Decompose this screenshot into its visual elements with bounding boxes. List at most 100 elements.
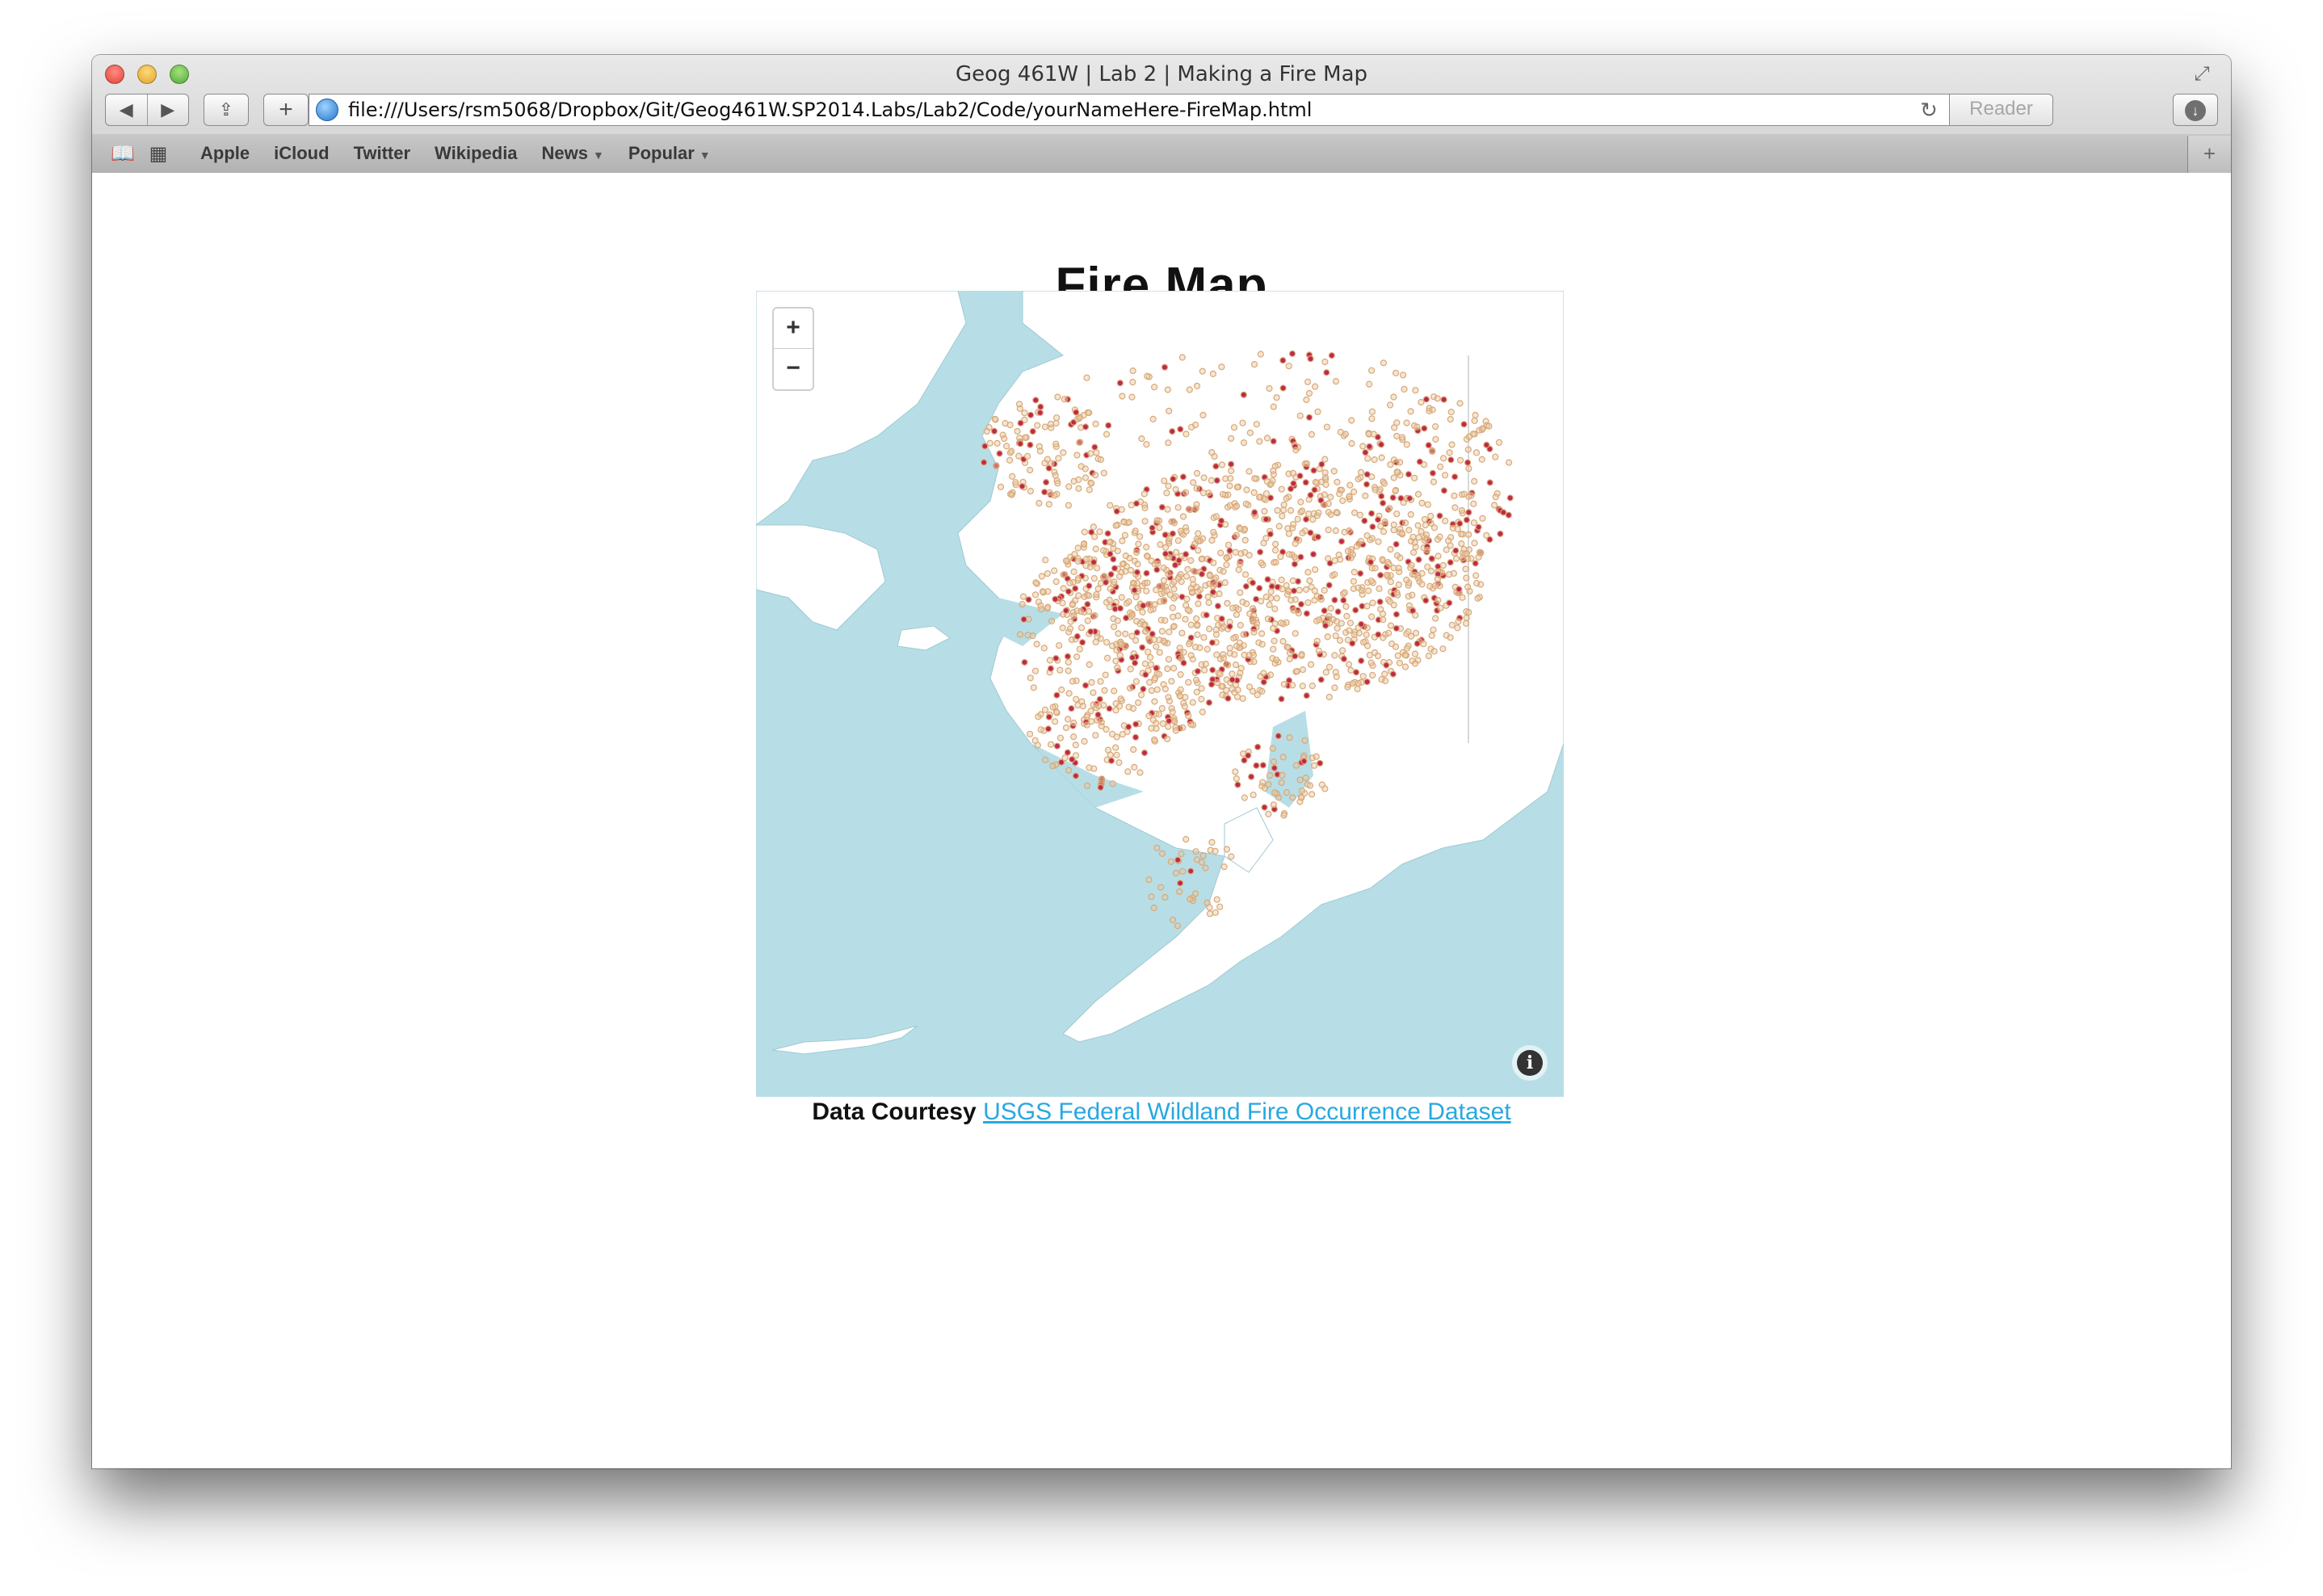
bookmark-twitter[interactable]: Twitter [354,143,410,164]
zoom-window-button[interactable] [170,65,189,84]
fire-point [1165,723,1172,730]
fire-point [1285,551,1293,558]
fire-point [1218,682,1225,690]
bookmark-wikipedia[interactable]: Wikipedia [435,143,518,164]
fire-point [1084,601,1091,608]
fire-point [1492,494,1499,501]
share-button[interactable]: ⇪ [204,94,249,126]
reload-icon[interactable]: ↻ [1917,98,1941,123]
fire-point [1300,758,1308,765]
fire-point [1117,695,1124,703]
fire-point [1097,456,1104,464]
fire-point [1102,579,1110,586]
fire-point [1035,598,1042,606]
attribution-info-button[interactable]: i [1512,1045,1548,1081]
fire-point [1390,474,1397,481]
fire-point [1198,556,1205,563]
fire-point [1251,509,1258,516]
fire-point [1129,378,1136,386]
info-icon: i [1517,1050,1543,1076]
fire-point [1483,441,1490,448]
fire-point [1145,649,1152,656]
zoom-in-button[interactable]: + [774,309,813,349]
fullscreen-icon[interactable]: ⤢ [2191,63,2213,86]
fire-point [1210,528,1217,536]
fire-point [1036,409,1044,417]
reader-button[interactable]: Reader [1949,94,2052,125]
fire-point [1440,487,1448,494]
fire-point [1055,455,1062,462]
fire-point [1208,449,1216,456]
fire-point [1239,695,1246,702]
fire-map[interactable]: + − i [756,291,1564,1097]
fire-point [1336,636,1344,644]
close-window-button[interactable] [105,65,124,84]
fire-point [1132,720,1140,728]
fire-point [1195,530,1202,537]
fire-point [1106,705,1113,712]
fire-point [1183,595,1191,603]
fire-point [1153,517,1161,524]
minimize-window-button[interactable] [137,65,157,84]
fire-point [1251,475,1258,482]
fire-point [1405,527,1413,534]
fire-point [1258,630,1266,637]
fire-point [1134,604,1141,611]
fire-point [1357,569,1364,578]
fire-point [1107,502,1114,509]
credit-link[interactable]: USGS Federal Wildland Fire Occurrence Da… [983,1098,1511,1125]
zoom-out-button[interactable]: − [774,349,813,389]
fire-point [1054,480,1061,487]
fire-point [1355,629,1363,636]
fire-point [1136,620,1144,628]
fire-point [1075,476,1082,483]
toolbar: ◀ ▶ ⇪ + file:///Users/rsm5068/Dropbox/Gi… [92,94,2231,134]
fire-point [1333,618,1341,625]
fire-point [1153,586,1160,594]
fire-point [1160,637,1167,645]
fire-point [1318,781,1325,788]
fire-point [1132,733,1140,741]
fire-point [1122,568,1129,575]
fire-point [1292,540,1299,548]
bookmark-popular-label: Popular [628,143,695,163]
fire-point [1424,501,1431,508]
fire-point [1447,559,1454,566]
bookmark-popular[interactable]: Popular ▼ [628,143,711,164]
fire-point [1164,665,1171,673]
forward-button[interactable]: ▶ [148,94,189,125]
fire-point [1182,694,1189,701]
fire-point [1183,573,1191,580]
reading-list-icon[interactable]: 📖 [105,142,141,166]
new-tab-button[interactable]: + [263,94,309,126]
fire-point [1193,469,1201,477]
fire-point [1008,491,1015,498]
fire-point [1077,439,1084,446]
fire-point [1173,548,1180,556]
fire-point [1187,423,1195,430]
bookmark-icloud[interactable]: iCloud [274,143,329,164]
fire-point [1396,659,1404,666]
url-field[interactable]: file:///Users/rsm5068/Dropbox/Git/Geog46… [348,99,1917,121]
fire-point [1170,586,1178,593]
address-bar[interactable]: file:///Users/rsm5068/Dropbox/Git/Geog46… [309,94,2053,126]
fire-point [1390,424,1398,431]
fire-point [1296,586,1303,594]
downloads-button[interactable]: ↓ [2173,94,2218,126]
fire-point [1090,689,1097,696]
add-bookmark-button[interactable]: + [2187,136,2231,173]
back-button[interactable]: ◀ [106,94,148,125]
fire-point [1397,554,1404,561]
fire-point [1208,536,1216,544]
fire-point [1204,645,1211,653]
bookmark-news[interactable]: News ▼ [542,143,604,164]
fire-point [1119,730,1126,738]
fire-point [1253,421,1260,428]
fire-point [1174,922,1182,930]
fire-point [1323,423,1331,430]
bookmark-apple[interactable]: Apple [200,143,250,164]
fire-point [1267,588,1275,595]
fire-point [1162,685,1169,693]
fire-point [1296,412,1304,419]
top-sites-grid-icon[interactable]: ▦ [141,142,176,166]
